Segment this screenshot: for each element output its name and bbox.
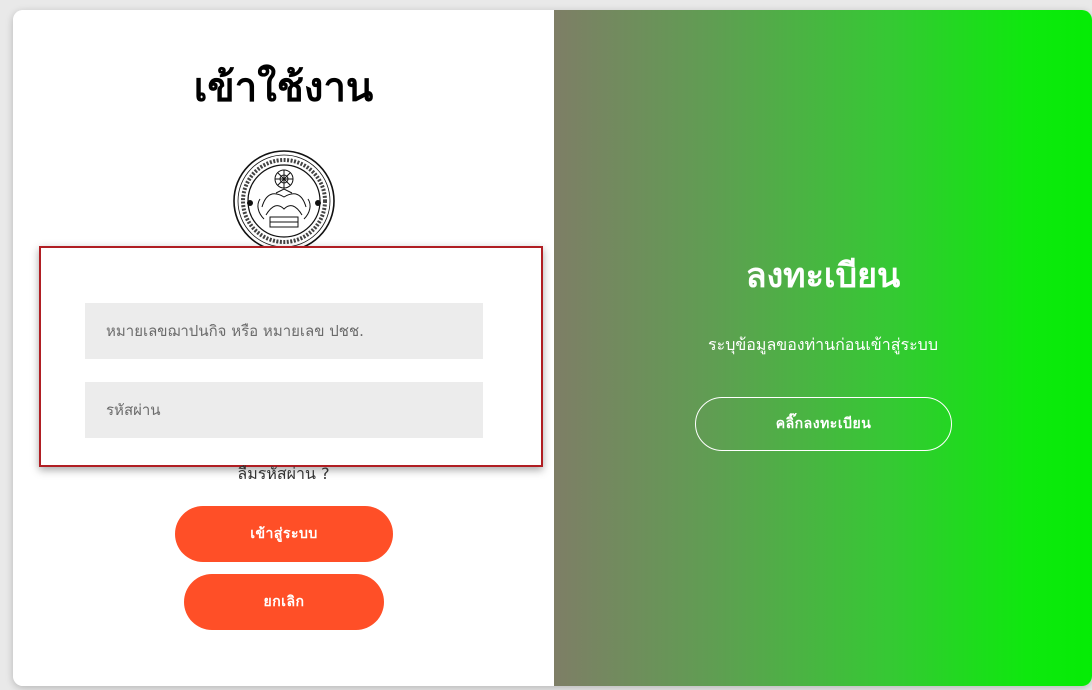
login-title: เข้าใช้งาน xyxy=(193,65,374,111)
login-button[interactable]: เข้าสู่ระบบ xyxy=(175,506,393,562)
login-panel: เข้าใช้งาน หมายเลขฌาปนกิจ หรือ หมายเลข ป… xyxy=(13,10,554,686)
register-description: ระบุข้อมูลของท่านก่อนเข้าสู่ระบบ xyxy=(708,335,938,354)
password-input[interactable] xyxy=(85,382,483,438)
register-panel: ลงทะเบียน ระบุข้อมูลของท่านก่อนเข้าสู่ระ… xyxy=(554,10,1092,686)
username-input[interactable] xyxy=(85,303,483,359)
cancel-button[interactable]: ยกเลิก xyxy=(184,574,384,630)
login-card: เข้าใช้งาน หมายเลขฌาปนกิจ หรือ หมายเลข ป… xyxy=(13,10,1092,686)
register-button[interactable]: คลิ๊กลงทะเบียน xyxy=(695,397,952,451)
association-seal-icon xyxy=(233,150,335,252)
credentials-form xyxy=(39,246,543,467)
register-title: ลงทะเบียน xyxy=(745,256,901,296)
forgot-password-link[interactable]: ลืมรหัสผ่าน ? xyxy=(13,462,554,487)
